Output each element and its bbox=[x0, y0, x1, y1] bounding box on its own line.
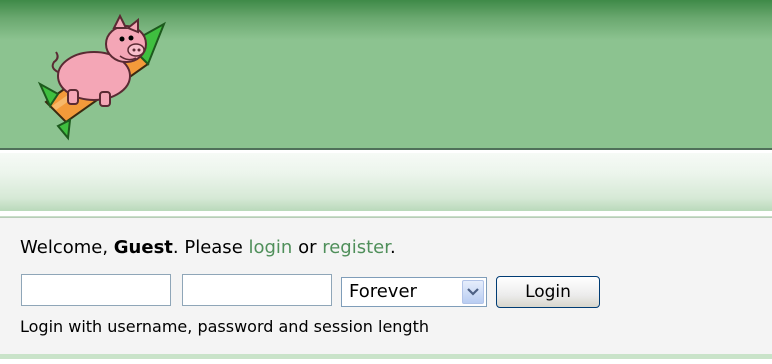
welcome-message: Welcome, Guest. Please login or register… bbox=[20, 237, 396, 258]
site-header bbox=[0, 0, 772, 150]
register-link[interactable]: register bbox=[322, 237, 390, 258]
chevron-down-icon[interactable] bbox=[462, 280, 484, 304]
login-button[interactable]: Login bbox=[496, 276, 600, 308]
bottom-divider bbox=[0, 354, 772, 359]
guest-name: Guest bbox=[113, 237, 173, 258]
user-login-box: Welcome, Guest. Please login or register… bbox=[0, 217, 772, 354]
welcome-prefix: Welcome, bbox=[20, 237, 114, 258]
login-hint: Login with username, password and sessio… bbox=[20, 317, 429, 336]
login-link[interactable]: login bbox=[248, 237, 292, 258]
password-input[interactable] bbox=[182, 274, 332, 306]
please-text: . Please bbox=[172, 237, 249, 258]
header-band bbox=[0, 153, 772, 211]
session-length-value: Forever bbox=[349, 281, 417, 302]
username-input[interactable] bbox=[21, 274, 171, 306]
period-text: . bbox=[389, 237, 396, 258]
session-length-select[interactable]: Forever bbox=[341, 277, 487, 307]
or-text: or bbox=[292, 237, 323, 258]
flying-pig-logo-icon bbox=[37, 14, 166, 141]
